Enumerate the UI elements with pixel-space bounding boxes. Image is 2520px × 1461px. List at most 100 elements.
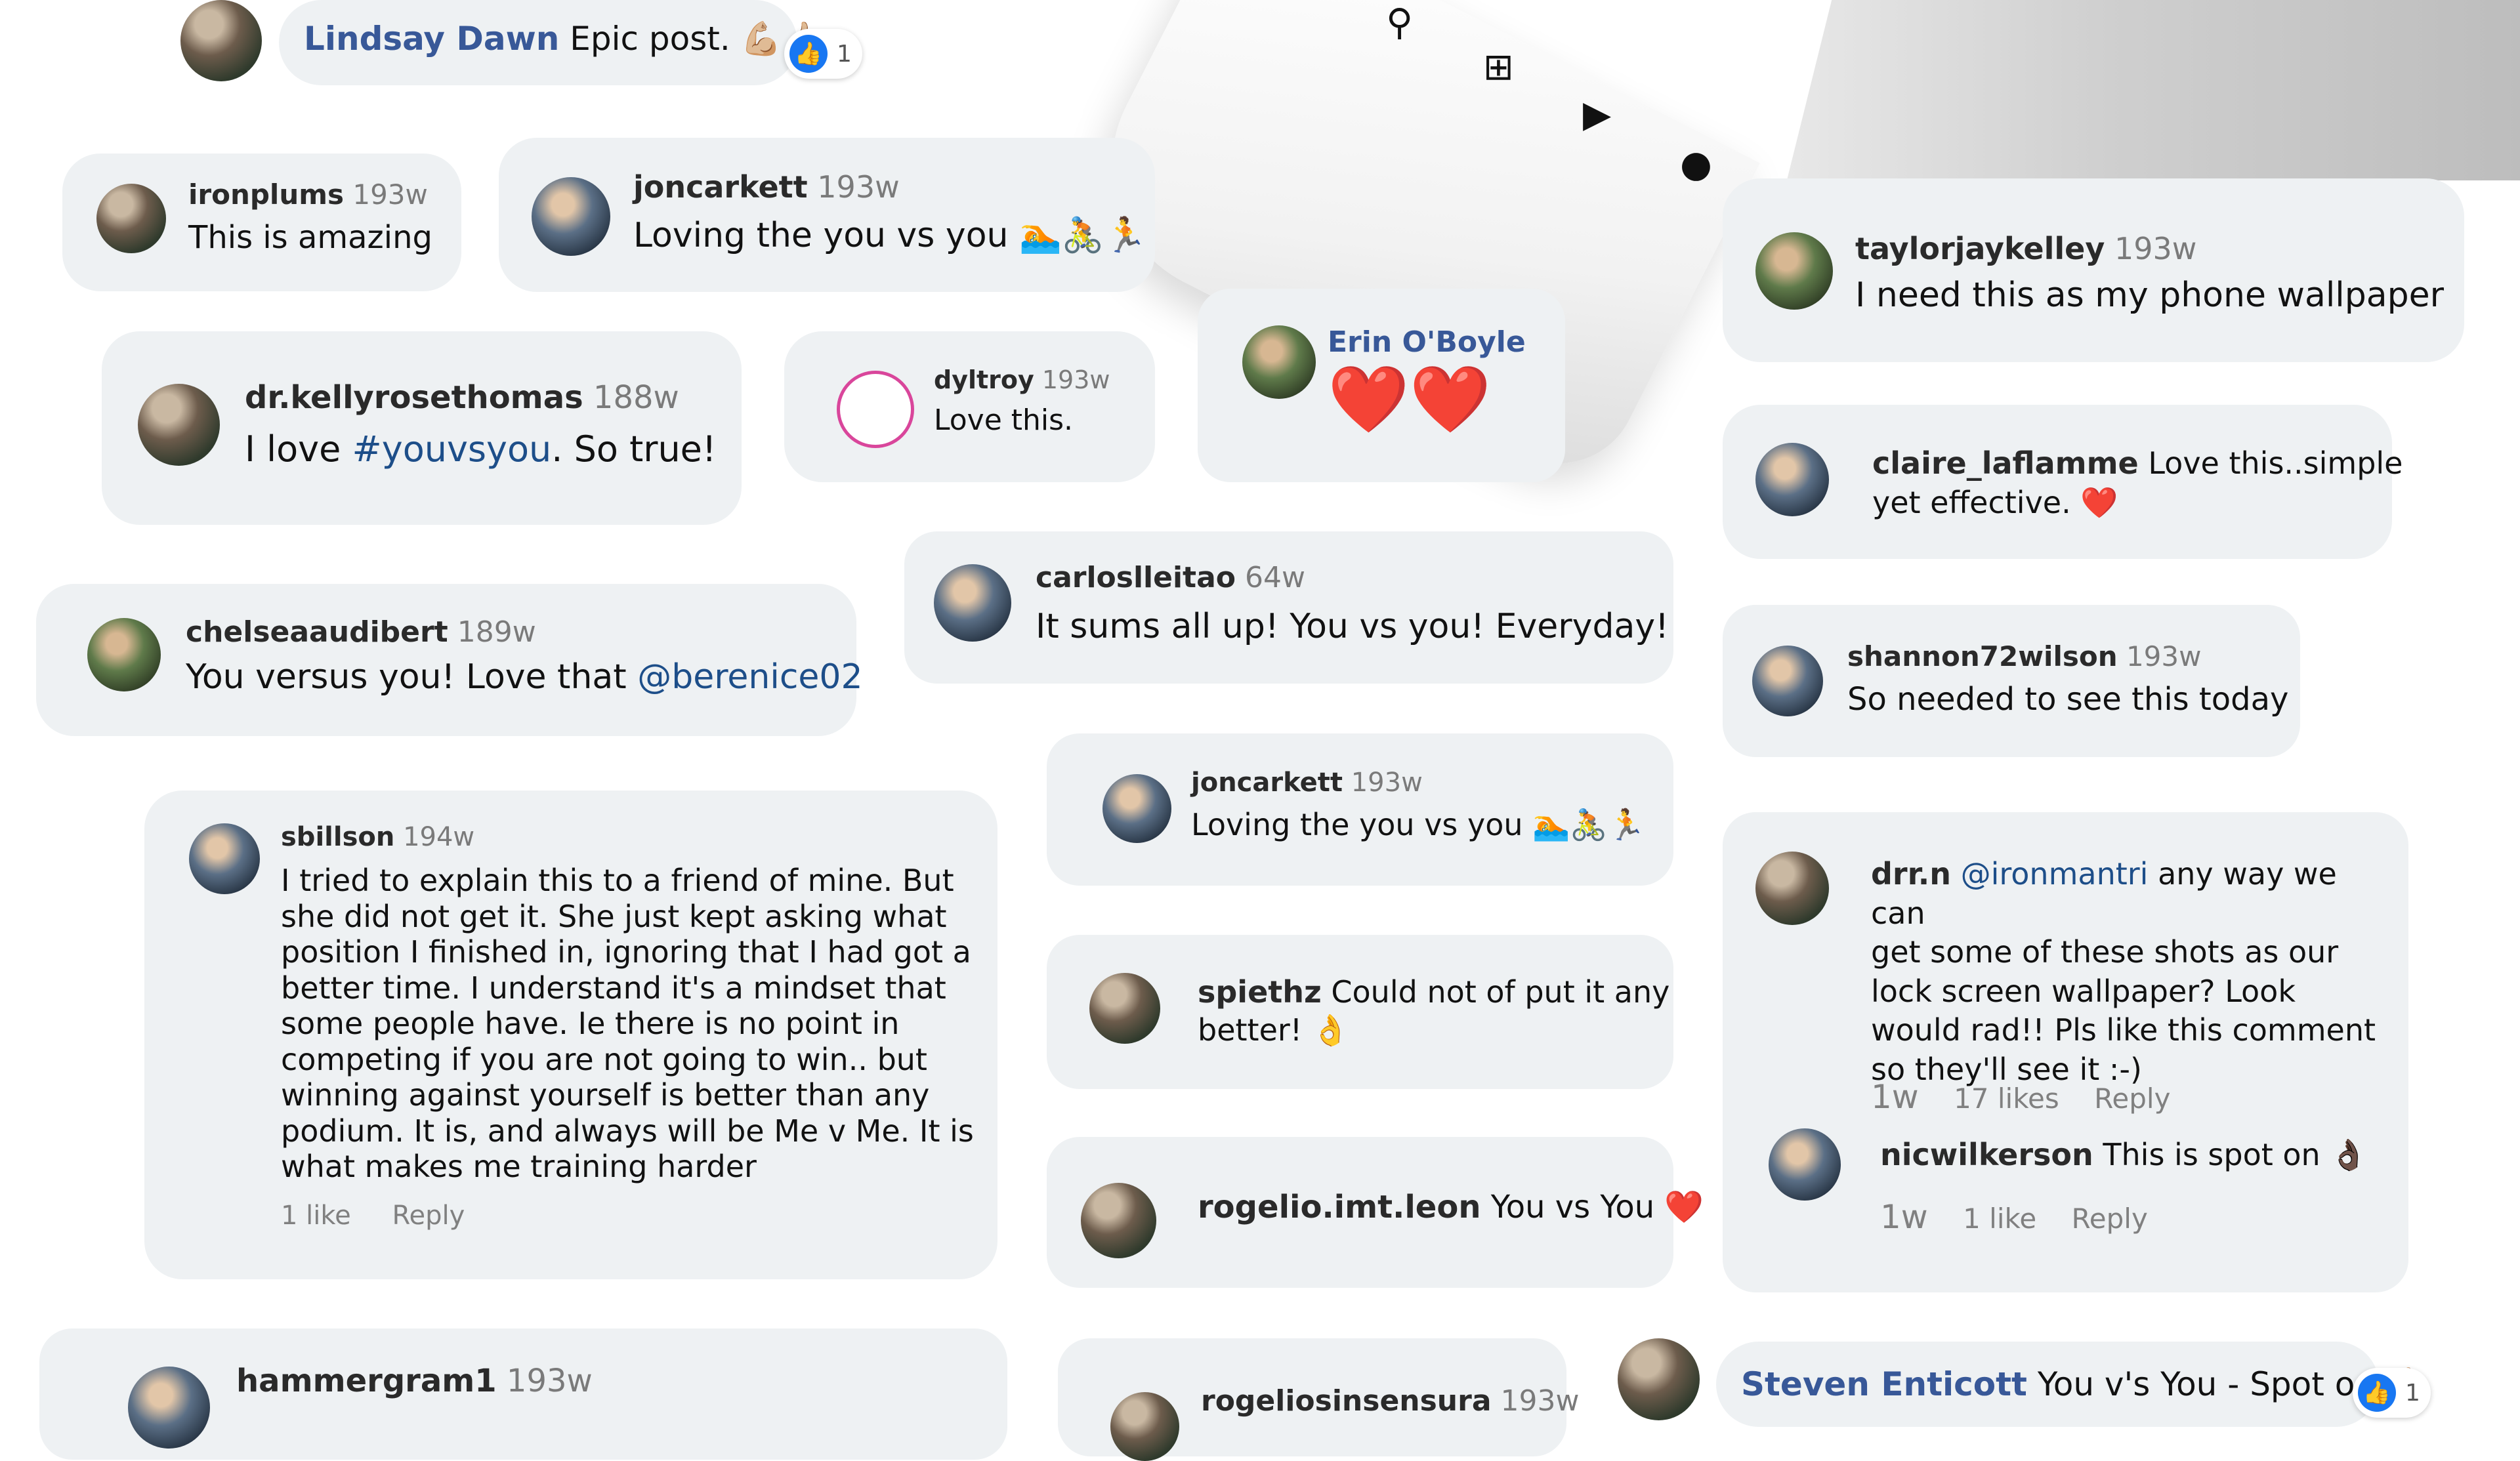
like-count[interactable]: 17 likes xyxy=(1954,1082,2059,1115)
avatar xyxy=(180,0,262,81)
comment-user[interactable]: shannon72wilson xyxy=(1847,640,2118,672)
heart-icon: ❤️❤️ xyxy=(1328,361,1492,438)
comment-text: Loving the you vs you xyxy=(1191,807,1523,842)
comment-carloslleitao: carloslleitao 64w It sums all up! You vs… xyxy=(904,531,1673,684)
comment-user[interactable]: ironplums xyxy=(188,178,344,211)
comment-drrn: drr.n @ironmantri any way we can get som… xyxy=(1723,812,2408,1292)
avatar xyxy=(189,823,260,894)
comment-user[interactable]: Erin O'Boyle xyxy=(1328,325,1526,359)
avatar xyxy=(87,618,161,691)
comment-time: 193w xyxy=(2114,231,2197,266)
avatar xyxy=(1102,774,1171,843)
comment-user[interactable]: drr.n xyxy=(1871,856,1951,892)
comment-text: Could not of put it any xyxy=(1331,974,1670,1010)
avatar xyxy=(1110,1392,1179,1461)
comment-text: Epic post. xyxy=(570,20,730,58)
comment-line: she did not get it. She just kept asking… xyxy=(281,898,947,934)
comment-user[interactable]: joncarkett xyxy=(1191,768,1343,798)
heart-icon: ❤️ xyxy=(1664,1189,1704,1225)
comment-text: You v's You - Spot on xyxy=(2037,1365,2376,1403)
comment-spiethz: spiethz Could not of put it any better! … xyxy=(1047,935,1673,1089)
comment-user[interactable]: dr.kellyrosethomas xyxy=(245,379,583,416)
comment-text: You versus you! Love that xyxy=(186,657,638,697)
comment-line: get some of these shots as our xyxy=(1871,934,2339,970)
avatar xyxy=(1755,443,1829,516)
avatar xyxy=(1755,852,1829,925)
comment-user[interactable]: sbillson xyxy=(281,822,394,852)
comment-user[interactable]: claire_laflamme xyxy=(1872,445,2139,481)
comment-ironplums: ironplums 193w This is amazing xyxy=(62,154,461,291)
comment-text: . So true! xyxy=(551,428,717,470)
reply-button[interactable]: Reply xyxy=(2094,1082,2170,1115)
comment-taylorjaykelley: taylorjaykelley 193w I need this as my p… xyxy=(1723,178,2464,362)
emoji: 🏊🚴🏃 xyxy=(1532,807,1645,842)
comment-line: podium. It is, and always will be Me v M… xyxy=(281,1113,974,1149)
comment-claire: claire_laflamme Love this..simple yet ef… xyxy=(1723,405,2403,559)
comment-line: I tried to explain this to a friend of m… xyxy=(281,863,954,898)
comment-text: better! xyxy=(1198,1012,1303,1048)
reaction-count: 1 xyxy=(2405,1379,2420,1407)
comment-erin: Erin O'Boyle ❤️❤️ xyxy=(1198,289,1565,482)
comment-line: some people have. Ie there is no point i… xyxy=(281,1006,900,1041)
avatar xyxy=(128,1367,210,1449)
comment-hammergram1: hammergram1 193w xyxy=(39,1328,1007,1460)
comment-user[interactable]: carloslleitao xyxy=(1036,561,1236,594)
reply-button[interactable]: Reply xyxy=(392,1201,465,1231)
comment-time: 64w xyxy=(1245,561,1305,594)
like-count[interactable]: 1 like xyxy=(1963,1203,2036,1235)
comment-user[interactable]: taylorjaykelley xyxy=(1855,231,2105,266)
reaction-badge[interactable]: 👍 1 xyxy=(784,29,862,79)
comment-user[interactable]: joncarkett xyxy=(633,169,808,205)
avatar xyxy=(1755,232,1833,310)
profile-icon: ● xyxy=(1680,143,1712,186)
avatar xyxy=(837,371,914,448)
avatar xyxy=(1089,973,1160,1044)
comment-joncarkett-2: joncarkett 193w Loving the you vs you 🏊🚴… xyxy=(1047,733,1673,886)
comment-text: You vs You xyxy=(1490,1189,1655,1225)
reaction-badge[interactable]: 👍 1 xyxy=(2353,1368,2431,1418)
reaction-count: 1 xyxy=(837,40,852,68)
mention-link[interactable]: @berenice02 xyxy=(637,657,862,697)
comment-user[interactable]: dyltroy xyxy=(934,365,1034,394)
comment-line: lock screen wallpaper? Look xyxy=(1871,973,2296,1009)
heart-icon: ❤️ xyxy=(2080,485,2118,520)
comment-line: would rad!! Pls like this comment xyxy=(1871,1012,2376,1048)
comment-line: position I finished in, ignoring that I … xyxy=(281,934,971,970)
comment-user[interactable]: rogeliosinsensura xyxy=(1201,1384,1492,1418)
comment-time: 193w xyxy=(1351,768,1423,798)
comment-user[interactable]: spiethz xyxy=(1198,974,1322,1010)
comment-time: 193w xyxy=(2126,640,2202,672)
comment-time: 194w xyxy=(403,822,475,852)
comment-user[interactable]: hammergram1 xyxy=(236,1363,497,1399)
avatar xyxy=(96,184,166,253)
avatar xyxy=(934,564,1011,642)
comment-text: Love this. xyxy=(934,403,1074,437)
comment-text: This is amazing xyxy=(188,219,432,256)
comment-time: 193w xyxy=(817,169,900,205)
comment-chelseaaudibert: chelseaaudibert 189w You versus you! Lov… xyxy=(36,584,863,736)
comment-time: 193w xyxy=(1041,365,1110,394)
comment-time: 193w xyxy=(506,1363,593,1399)
comment-user[interactable]: rogelio.imt.leon xyxy=(1198,1189,1480,1225)
comment-user[interactable]: nicwilkerson xyxy=(1880,1137,2093,1172)
comment-user[interactable]: Lindsay Dawn xyxy=(304,20,559,58)
comment-line: better time. I understand it's a mindset… xyxy=(281,970,946,1006)
emoji: 🏊🚴🏃 xyxy=(1019,216,1147,255)
avatar xyxy=(532,177,610,256)
comment-user[interactable]: Steven Enticott xyxy=(1741,1365,2027,1403)
emoji: 👌🏿 xyxy=(2330,1137,2368,1172)
comment-user[interactable]: chelseaaudibert xyxy=(186,615,448,649)
mention-link[interactable]: @ironmantri xyxy=(1961,856,2149,892)
comment-joncarkett: joncarkett 193w Loving the you vs you 🏊🚴… xyxy=(499,138,1155,292)
search-icon: ⚲ xyxy=(1386,1,1414,44)
device-background xyxy=(1786,0,2520,180)
emoji: 👌 xyxy=(1311,1012,1350,1048)
comment-shannon72wilson: shannon72wilson 193w So needed to see th… xyxy=(1723,605,2300,757)
comment-sbillson: sbillson 194w I tried to explain this to… xyxy=(144,791,998,1279)
reply-button[interactable]: Reply xyxy=(2072,1203,2148,1235)
like-count[interactable]: 1 like xyxy=(281,1201,351,1231)
hashtag-link[interactable]: #youvsyou xyxy=(352,428,551,470)
avatar xyxy=(1242,325,1316,399)
comment-time: 193w xyxy=(1500,1384,1580,1418)
comment-time: 188w xyxy=(593,379,679,416)
